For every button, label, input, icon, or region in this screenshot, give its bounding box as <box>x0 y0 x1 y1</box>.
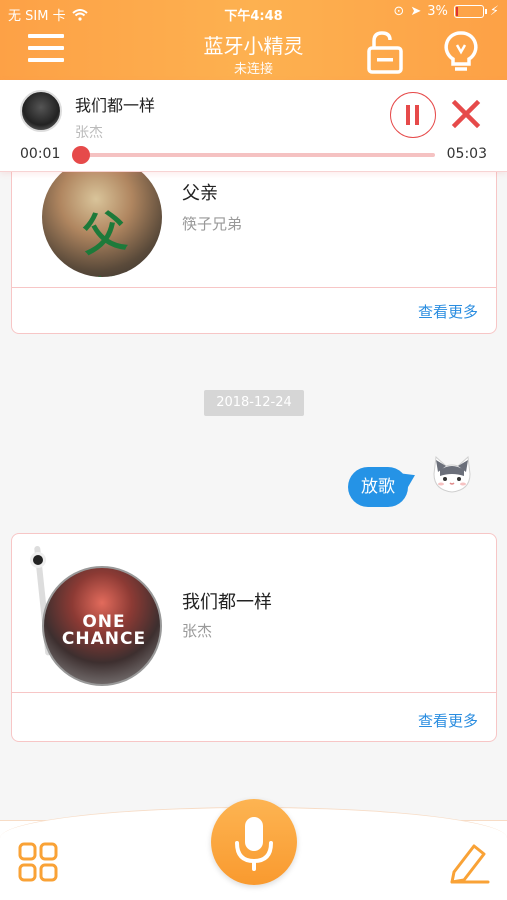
progress-handle[interactable] <box>72 146 91 164</box>
battery-percent: 3% <box>427 4 448 19</box>
close-icon <box>451 99 481 129</box>
mic-button[interactable] <box>211 799 297 885</box>
card-divider <box>12 692 496 693</box>
unlock-icon <box>367 31 403 74</box>
tonearm-head <box>30 552 46 568</box>
total-time: 05:03 <box>446 146 487 162</box>
rotation-lock-icon: ⊙ <box>393 4 405 19</box>
now-playing-bar: 我们都一样 张杰 00:01 05:03 <box>0 80 507 172</box>
app-header: 无 SIM 卡 下午4:48 ⊙ ➤ 3% ⚡ 蓝牙小精灵 未连接 <box>0 0 507 80</box>
location-icon: ➤ <box>410 4 422 19</box>
lightbulb-icon <box>444 31 478 71</box>
charging-icon: ⚡ <box>489 4 499 19</box>
song-artist: 张杰 <box>182 622 213 640</box>
current-time: 00:01 <box>20 146 61 162</box>
mic-icon <box>235 817 273 871</box>
avatar <box>430 454 474 498</box>
now-playing-cover <box>20 90 62 132</box>
song-card[interactable]: ONE CHANCE 我们都一样 张杰 查看更多 <box>11 533 497 742</box>
card-divider <box>12 287 496 288</box>
view-more-link[interactable]: 查看更多 <box>418 301 478 322</box>
connection-status: 未连接 <box>233 62 273 77</box>
date-badge: 2018-12-24 <box>204 390 304 416</box>
song-title: 我们都一样 <box>182 592 272 613</box>
page-title: 蓝牙小精灵 <box>203 34 304 58</box>
album-cover: 父親 <box>42 157 162 277</box>
lightbulb-button[interactable] <box>442 30 480 74</box>
status-bar: 无 SIM 卡 下午4:48 ⊙ ➤ 3% ⚡ <box>0 0 507 26</box>
unlock-button[interactable] <box>366 30 404 74</box>
grid-icon <box>18 842 58 882</box>
chat-bubble: 放歌 <box>348 467 408 507</box>
song-title: 父亲 <box>182 183 218 204</box>
cat-avatar-icon <box>433 455 471 493</box>
now-playing-artist: 张杰 <box>75 125 103 141</box>
song-artist: 筷子兄弟 <box>182 215 243 233</box>
grid-button[interactable] <box>18 842 58 882</box>
now-playing-title: 我们都一样 <box>75 96 156 115</box>
album-cover: ONE CHANCE <box>42 566 162 686</box>
view-more-link[interactable]: 查看更多 <box>418 710 478 731</box>
edit-button[interactable] <box>448 840 490 884</box>
progress-slider[interactable] <box>72 146 435 164</box>
edit-icon <box>450 844 490 884</box>
pause-button[interactable] <box>390 92 436 138</box>
battery-icon <box>453 5 487 18</box>
close-player-button[interactable] <box>450 98 482 130</box>
